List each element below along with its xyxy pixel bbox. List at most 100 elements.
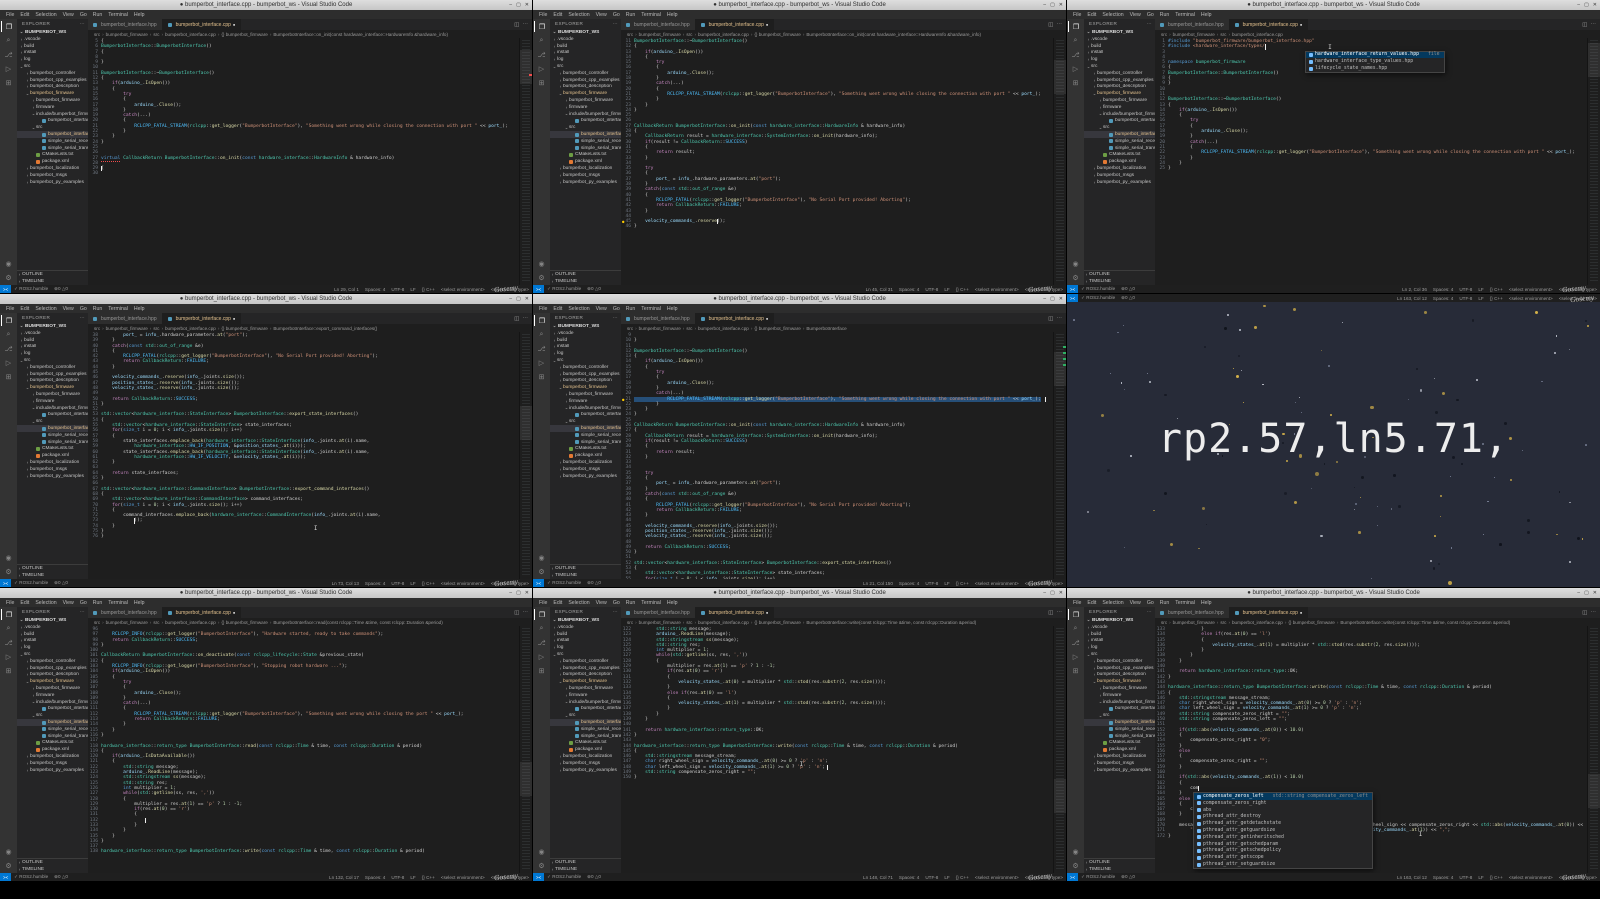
menu-selection[interactable]: Selection (32, 306, 59, 312)
status-item[interactable]: {} C++ (419, 287, 438, 292)
status-item[interactable]: Spaces: 4 (896, 875, 922, 880)
account-icon[interactable]: ◉ (534, 846, 549, 857)
maximize-button[interactable]: ▢ (1050, 296, 1055, 302)
maximize-button[interactable]: ▢ (1584, 2, 1589, 8)
workspace-row[interactable]: ⌄ BUMPERBOT_WS (550, 28, 621, 36)
close-button[interactable]: ✕ (1059, 2, 1063, 8)
tree-item[interactable]: ⌄include/bumperbot_firmware (550, 405, 621, 412)
tree-item[interactable]: › .vscode (550, 330, 621, 337)
tree-item[interactable]: ⌄ src (550, 124, 621, 131)
minimap-slider[interactable] (1054, 60, 1066, 94)
tab-bumperbot_interface.cpp[interactable]: bumperbot_interface.cpp ● (1229, 607, 1309, 618)
section-timeline[interactable]: › TIMELINE (17, 572, 88, 579)
menu-run[interactable]: Run (1157, 12, 1173, 18)
menu-file[interactable]: File (536, 306, 550, 312)
menu-view[interactable]: View (60, 12, 77, 18)
extensions-icon[interactable]: ⊞ (534, 77, 549, 88)
tree-item[interactable]: › bumperbot_localization (1084, 753, 1155, 760)
tree-item[interactable]: ⌄ bumperbot_firmware (1084, 90, 1155, 97)
breadcrumb-item[interactable]: src (1161, 620, 1167, 625)
menu-go[interactable]: Go (1144, 12, 1157, 18)
code-editor[interactable]: 38 port_ = info_.hardware_parameters.at(… (88, 332, 532, 579)
tree-item[interactable]: › firmware (550, 692, 621, 699)
tree-item[interactable]: ⌄include/bumperbot_firmware (550, 699, 621, 706)
extensions-icon[interactable]: ⊞ (1068, 77, 1083, 88)
tree-item[interactable]: › bumperbot_localization (1084, 165, 1155, 172)
split-editor-icon[interactable]: ◫ (1048, 22, 1053, 28)
tree-item[interactable]: CMakeLists.txt (17, 446, 88, 453)
tree-item[interactable]: › bumperbot_py_examples (550, 473, 621, 480)
explorer-icon[interactable]: ❐ (534, 315, 549, 326)
tree-item[interactable]: › bumperbot_cpp_examples (17, 371, 88, 378)
tree-item[interactable]: › bumperbot_cpp_examples (1084, 665, 1155, 672)
breadcrumb-item[interactable]: src (686, 620, 692, 625)
more-actions-icon[interactable]: ⋯ (80, 609, 85, 615)
tree-item[interactable]: › .vscode (17, 624, 88, 631)
tree-item[interactable]: ⌄ src (1084, 63, 1155, 70)
suggest-item[interactable]: pthread_attr_getscope (1194, 854, 1372, 861)
split-editor-icon[interactable]: ◫ (1582, 610, 1587, 616)
settings-icon[interactable]: ⚙ (1068, 272, 1083, 283)
tree-item[interactable]: bumperbot_interface.hpp (550, 706, 621, 713)
suggest-item[interactable]: pthread_attr_getinheritsched (1194, 834, 1372, 841)
maximize-button[interactable]: ▢ (516, 2, 521, 8)
breadcrumb-item[interactable]: BumperbotInterface::read(const rclcpp::T… (273, 620, 442, 625)
tree-item[interactable]: ⌄ src (17, 124, 88, 131)
minimap[interactable] (1053, 332, 1066, 579)
tree-item[interactable]: › bumperbot_cpp_examples (550, 77, 621, 84)
status-ros-item[interactable]: ✓ ROS2.humble (544, 286, 584, 292)
menu-terminal[interactable]: Terminal (638, 12, 664, 18)
status-ros-item[interactable]: ✓ ROS2.humble (1078, 874, 1118, 880)
minimize-button[interactable]: – (1043, 590, 1046, 596)
menu-terminal[interactable]: Terminal (105, 600, 131, 606)
suggest-item[interactable]: hardware_interface_type_values.hpp (1306, 58, 1444, 65)
menu-run[interactable]: Run (90, 306, 106, 312)
suggest-item[interactable]: compensate_zeros_left std::string compens… (1194, 793, 1372, 801)
status-item[interactable]: LF (1475, 296, 1486, 301)
tree-item[interactable]: › bumperbot_cpp_examples (1084, 77, 1155, 84)
close-button[interactable]: ✕ (1593, 2, 1597, 8)
tree-item[interactable]: › bumperbot_firmware (550, 97, 621, 104)
status-item[interactable]: LF (941, 875, 952, 880)
tab-bumperbot_interface.hpp[interactable]: bumperbot_interface.hpp (88, 313, 163, 324)
status-item[interactable]: {} C++ (419, 581, 438, 586)
code-line[interactable]: 22 RCLCPP_FATAL_STREAM(rclcpp::get_logge… (1155, 150, 1600, 155)
minimize-button[interactable]: – (1577, 590, 1580, 596)
tree-item[interactable]: › bumperbot_controller (550, 364, 621, 371)
tree-item[interactable]: ⌄ src (17, 712, 88, 719)
more-actions-icon[interactable]: ⋯ (1057, 22, 1063, 28)
workspace-row[interactable]: ⌄ BUMPERBOT_WS (17, 28, 88, 36)
tree-item[interactable]: bumperbot_interface.hpp (17, 412, 88, 419)
menu-run[interactable]: Run (623, 306, 639, 312)
tree-item[interactable]: › install (1084, 50, 1155, 57)
tree-item[interactable]: bumperbot_interface.hpp (1084, 706, 1155, 713)
suggest-item[interactable]: pthread_attr_getschedparam (1194, 841, 1372, 848)
code-editor[interactable]: 9 10} 11 12 BumperbotInterface::~BumperbotIn… (621, 332, 1066, 579)
tree-item[interactable]: › .vscode (550, 36, 621, 43)
section-outline[interactable]: › OUTLINE (1084, 859, 1155, 866)
status-problems[interactable]: ⊗0 △0 (51, 580, 71, 586)
code-editor[interactable]: 122 std::string message; 123 arduino_.Rea… (621, 626, 1066, 873)
menu-edit[interactable]: Edit (17, 600, 32, 606)
more-actions-icon[interactable]: ⋯ (1147, 609, 1152, 615)
tree-item[interactable]: › bumperbot_description (550, 378, 621, 385)
section-outline[interactable]: › OUTLINE (17, 271, 88, 278)
tree-item[interactable]: simple_serial_receiver.cpp (550, 138, 621, 145)
menu-terminal[interactable]: Terminal (638, 306, 664, 312)
tree-item[interactable]: › .vscode (17, 36, 88, 43)
status-cursor-position[interactable]: Ln 2, Col 36 (1399, 287, 1430, 292)
maximize-button[interactable]: ▢ (516, 590, 521, 596)
tree-item[interactable]: ⌄ src (17, 651, 88, 658)
tree-item[interactable]: › build (550, 337, 621, 344)
menu-help[interactable]: Help (131, 12, 148, 18)
tree-item[interactable]: ⌄include/bumperbot_firmware (17, 405, 88, 412)
tree-item[interactable]: › bumperbot_localization (17, 165, 88, 172)
tree-item[interactable]: › bumperbot_controller (17, 364, 88, 371)
tree-item[interactable]: › firmware (1084, 692, 1155, 699)
tree-item[interactable]: bumperbot_interface.cpp (550, 719, 621, 726)
more-actions-icon[interactable]: ⋯ (523, 316, 529, 322)
tree-item[interactable]: package.xml (1084, 158, 1155, 165)
search-icon[interactable]: ⌕ (534, 623, 549, 634)
source-control-icon[interactable]: ⎇ (1068, 49, 1083, 60)
explorer-icon[interactable]: ❐ (1068, 609, 1083, 620)
